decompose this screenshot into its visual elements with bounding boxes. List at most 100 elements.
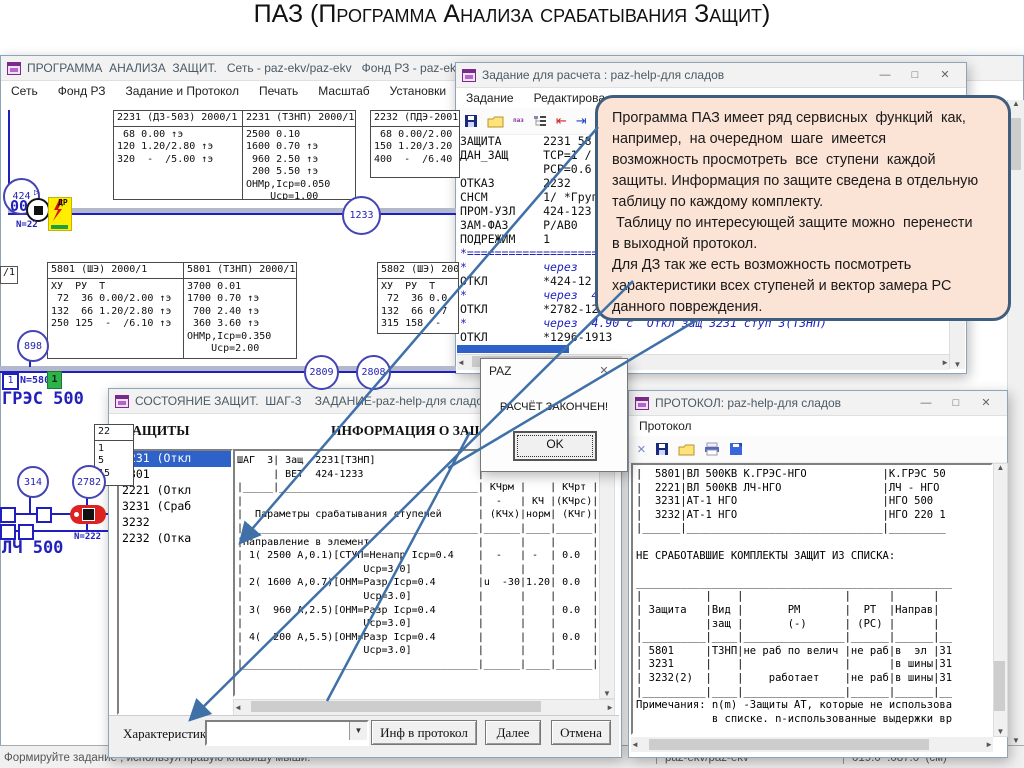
switch-box[interactable]: [0, 507, 16, 523]
bus-name-gres: ГРЭС 500: [2, 389, 84, 409]
step-back-icon[interactable]: ⇤: [556, 113, 567, 129]
breaker-icon[interactable]: [26, 198, 50, 222]
protocol-hscroll-thumb[interactable]: [649, 739, 929, 750]
characteristic-combobox[interactable]: ▼: [205, 720, 369, 746]
clear-icon[interactable]: ×: [637, 443, 646, 456]
tripped-breaker-icon[interactable]: [70, 505, 106, 524]
protection-list-item[interactable]: 5801: [119, 467, 231, 483]
close-button[interactable]: ✕: [930, 64, 960, 86]
task-line: ОТКЛ *1296-1913: [460, 330, 827, 344]
export-icon[interactable]: [729, 442, 743, 456]
maximize-button[interactable]: □: [941, 392, 971, 414]
node-898[interactable]: 898: [17, 330, 49, 362]
print-icon[interactable]: [704, 442, 720, 456]
info-to-protocol-button[interactable]: Инф в протокол: [371, 720, 477, 745]
close-button[interactable]: ✕: [589, 360, 619, 382]
protocol-menubar: Протокол: [629, 416, 1007, 436]
node-1233[interactable]: 1233: [342, 196, 381, 235]
node-2808[interactable]: 2808: [356, 355, 391, 390]
protection-table-2231-tznp[interactable]: 2231 (ТЗНП) 2000/1 2500 0.10 1600 0.70 ↑…: [242, 110, 356, 200]
label-n222: N=222: [74, 532, 101, 542]
open-icon[interactable]: [487, 115, 504, 128]
callout-line: таблицу по каждому комплекту.: [612, 192, 994, 213]
scroll-down-icon[interactable]: ▼: [603, 690, 611, 698]
maximize-button[interactable]: □: [900, 64, 930, 86]
screen: ПАЗ (Программа Анализа срабатывания Защи…: [0, 0, 1024, 768]
scroll-down-icon[interactable]: ▼: [997, 728, 1005, 736]
task-window-title: Задание для расчета : paz-help-для сладо…: [482, 68, 724, 82]
task-menu-item[interactable]: Редактирова: [534, 91, 605, 105]
characteristic-label: Характеристика: [123, 726, 212, 742]
node-314[interactable]: 314: [17, 466, 49, 498]
fault-marker-icon[interactable]: ДР: [48, 197, 72, 231]
save-icon[interactable]: [655, 442, 669, 456]
main-menu-item[interactable]: Масштаб: [318, 84, 369, 98]
scroll-up-icon[interactable]: ▲: [1012, 100, 1020, 108]
protection-list-item[interactable]: 2221 (Откл: [119, 483, 231, 499]
node-2809[interactable]: 2809: [304, 355, 339, 390]
protocol-menu-item[interactable]: Протокол: [639, 419, 692, 433]
scroll-down-icon[interactable]: ▼: [954, 361, 962, 369]
protection-table-2231-dz[interactable]: 2231 (ДЗ-503) 2000/1 68 0.00 ↑э 120 1.20…: [113, 110, 243, 200]
scroll-left-icon[interactable]: ◄: [457, 359, 465, 367]
callout-line: Для ДЗ так же есть возможность посмотрет…: [612, 255, 994, 276]
protocol-window: ПРОТОКОЛ: paz-help-для сладов — □ ✕ Прот…: [628, 390, 1008, 758]
main-window-title: ПРОГРАММА АНАЛИЗА ЗАЩИТ. Сеть - paz-ekv/…: [27, 61, 462, 75]
main-menu-item[interactable]: Фонд РЗ: [58, 84, 106, 98]
label-n22: N=22: [16, 220, 38, 230]
scroll-down-icon[interactable]: ▼: [1012, 737, 1020, 745]
protection-list-item[interactable]: 3231 (Сраб: [119, 499, 231, 515]
scroll-left-icon[interactable]: ◄: [234, 704, 242, 712]
scroll-up-icon[interactable]: ▲: [997, 464, 1005, 472]
state-window-title: СОСТОЯНИЕ ЗАЩИТ. ШАГ-3 ЗАДАНИЕ-paz-help-…: [135, 394, 493, 408]
state-hscroll-thumb[interactable]: [251, 701, 541, 712]
close-button[interactable]: ✕: [971, 392, 1001, 414]
state-vscrollbar[interactable]: ▲ ▼: [599, 449, 615, 699]
paz-tool-icon[interactable]: паз: [513, 118, 524, 124]
main-menu-item[interactable]: Сеть: [11, 84, 38, 98]
callout-line: данного повреждения.: [612, 297, 994, 318]
callout-line: характеристики всех ступеней и вектор за…: [612, 276, 994, 297]
node-2782[interactable]: 2782: [72, 465, 106, 499]
protection-list-item[interactable]: 2231 (Откл: [119, 451, 231, 467]
protection-table-5801-tznp[interactable]: 5801 (ТЗНП) 2000/1 3700 0.01 1700 0.70 ↑…: [183, 262, 297, 359]
tutorial-callout: Программа ПАЗ имеет ряд сервисных функци…: [595, 95, 1011, 321]
protection-table-5802[interactable]: 5802 (ШЭ) 200 ХУ РУ Т 72 36 0.0 132 66 0…: [377, 262, 459, 334]
open-icon[interactable]: [678, 443, 695, 456]
bus-name-lch: ЛЧ 500: [2, 538, 63, 558]
structure-icon[interactable]: [533, 115, 547, 128]
protocol-titlebar: ПРОТОКОЛ: paz-help-для сладов — □ ✕: [629, 391, 1007, 416]
combo-dropdown-icon[interactable]: ▼: [349, 722, 367, 740]
label-box1: 1: [2, 373, 19, 390]
label-slash1: /1: [0, 266, 18, 284]
protocol-vscroll-thumb[interactable]: [994, 661, 1005, 711]
label-n580: N=580: [20, 375, 50, 386]
next-button[interactable]: Далее: [485, 720, 541, 745]
protection-table-5801-she[interactable]: 5801 (ШЭ) 2000/1 ХУ РУ Т 72 36 0.00/2.00…: [47, 262, 184, 359]
protection-list: 2231 (Откл58012221 (Откл3231 (Сраб323222…: [117, 449, 233, 715]
cancel-button[interactable]: Отмена: [551, 720, 611, 745]
ok-button[interactable]: OK: [513, 431, 597, 461]
minimize-button[interactable]: —: [911, 392, 941, 414]
scroll-right-icon[interactable]: ►: [941, 359, 949, 367]
minimize-button[interactable]: —: [870, 64, 900, 86]
scroll-right-icon[interactable]: ►: [985, 741, 993, 749]
main-menu-item[interactable]: Установки: [390, 84, 446, 98]
step-badge: 1: [47, 371, 62, 389]
app-icon: [635, 397, 649, 410]
paz-dialog-message: РАСЧЁТ ЗАКОНЧЕН!: [481, 401, 627, 413]
protection-list-item[interactable]: 2232 (Отка: [119, 531, 231, 547]
protocol-text: | 5801|ВЛ 500КВ К.ГРЭС-НГО |К.ГРЭС 50 | …: [631, 463, 993, 735]
protection-table-2232[interactable]: 2232 (ПДЭ-2001 68 0.00/2.00 150 1.20/3.2…: [370, 110, 460, 178]
task-menu-item[interactable]: Задание: [466, 91, 514, 105]
main-menu-item[interactable]: Задание и Протокол: [125, 84, 239, 98]
scroll-left-icon[interactable]: ◄: [631, 741, 639, 749]
callout-line: например, на очередном шаге имеется: [612, 129, 994, 150]
scroll-right-icon[interactable]: ►: [606, 704, 614, 712]
main-menu-item[interactable]: Печать: [259, 84, 298, 98]
step-forward-icon[interactable]: ⇥: [576, 113, 587, 129]
save-icon[interactable]: [464, 114, 478, 128]
protection-list-item[interactable]: 3232: [119, 515, 231, 531]
callout-line: защиты. Информация по защите сведена в о…: [612, 171, 994, 192]
switch-box[interactable]: [36, 507, 52, 523]
